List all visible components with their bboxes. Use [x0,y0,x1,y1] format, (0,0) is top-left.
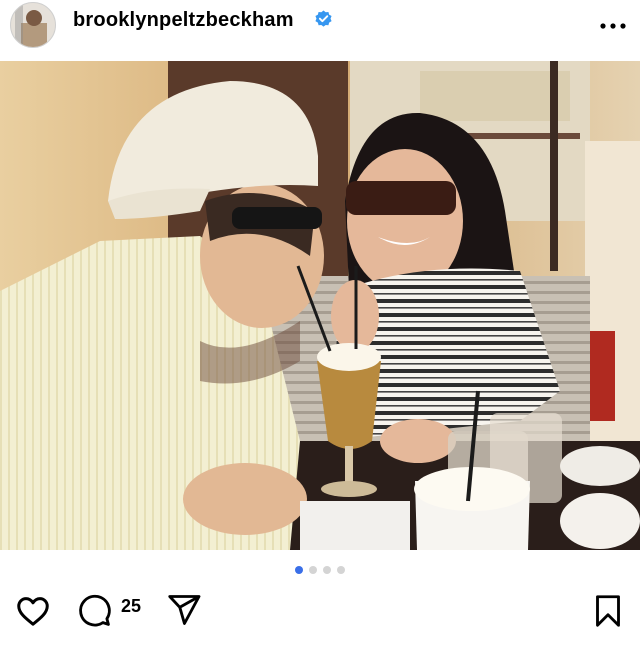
carousel-indicator [0,566,640,578]
post-photo[interactable] [0,61,640,550]
carousel-dot-2[interactable] [309,566,317,574]
bookmark-icon[interactable] [590,592,626,630]
action-bar: 25 [0,592,640,636]
carousel-dot-4[interactable] [337,566,345,574]
comment-icon[interactable] [76,592,112,628]
comment-count: 25 [121,596,142,616]
username[interactable]: brooklynpeltzbeckham [73,9,294,32]
post-header: brooklynpeltzbeckham [0,0,640,56]
send-icon[interactable] [166,592,202,628]
heart-icon[interactable] [14,592,52,630]
carousel-dot-3[interactable] [323,566,331,574]
profile-avatar[interactable] [10,2,56,48]
verified-badge-icon [314,9,333,28]
more-options-icon[interactable] [598,16,628,29]
carousel-dot-1[interactable] [295,566,303,574]
